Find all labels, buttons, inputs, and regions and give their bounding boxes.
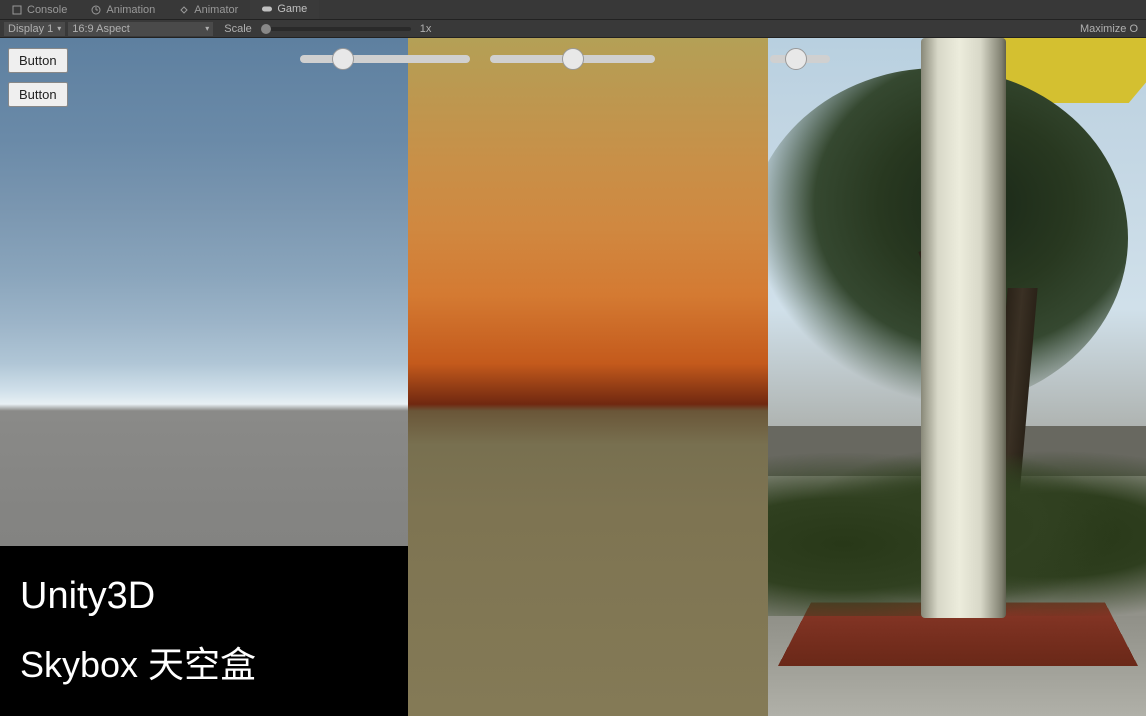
caption-overlay: Unity3D Skybox 天空盒 xyxy=(0,546,408,716)
game-slider-3[interactable] xyxy=(770,55,830,63)
display-label: Display 1 xyxy=(8,23,53,35)
animator-icon xyxy=(179,5,189,15)
tab-bar: Console Animation Animator Game xyxy=(0,0,1146,20)
aspect-label: 16:9 Aspect xyxy=(72,23,130,35)
chevron-down-icon: ▾ xyxy=(57,24,61,33)
tab-game[interactable]: Game xyxy=(250,0,319,19)
scale-slider[interactable] xyxy=(261,27,411,31)
slider-1-thumb[interactable] xyxy=(332,48,354,70)
photo-pillar xyxy=(921,38,1006,618)
chevron-down-icon: ▾ xyxy=(205,24,209,33)
slider-3-thumb[interactable] xyxy=(785,48,807,70)
display-dropdown[interactable]: Display 1 ▾ xyxy=(4,22,65,36)
scale-label: Scale xyxy=(224,23,252,35)
aspect-dropdown[interactable]: 16:9 Aspect ▾ xyxy=(68,22,213,36)
skybox-panel-photo xyxy=(768,38,1146,716)
game-toolbar: Display 1 ▾ 16:9 Aspect ▾ Scale 1x Maxim… xyxy=(0,20,1146,38)
game-icon xyxy=(262,4,272,14)
game-slider-1[interactable] xyxy=(300,55,470,63)
clock-icon xyxy=(91,5,101,15)
game-view: Button Button Unity3D Skybox 天空盒 xyxy=(0,38,1146,716)
tab-animator[interactable]: Animator xyxy=(167,0,250,19)
scale-slider-thumb[interactable] xyxy=(261,24,271,34)
ui-button-1[interactable]: Button xyxy=(8,48,68,73)
skybox-panel-sunset xyxy=(408,38,768,716)
scale-value: 1x xyxy=(420,23,432,35)
console-icon xyxy=(12,5,22,15)
caption-title: Unity3D xyxy=(20,575,388,618)
tab-game-label: Game xyxy=(277,3,307,15)
tab-console-label: Console xyxy=(27,4,67,16)
tab-animator-label: Animator xyxy=(194,4,238,16)
tab-console[interactable]: Console xyxy=(0,0,79,19)
maximize-button[interactable]: Maximize O xyxy=(1080,23,1138,35)
tab-animation[interactable]: Animation xyxy=(79,0,167,19)
slider-2-thumb[interactable] xyxy=(562,48,584,70)
game-slider-2[interactable] xyxy=(490,55,655,63)
ui-button-2[interactable]: Button xyxy=(8,82,68,107)
caption-subtitle: Skybox 天空盒 xyxy=(20,636,388,688)
tab-animation-label: Animation xyxy=(106,4,155,16)
